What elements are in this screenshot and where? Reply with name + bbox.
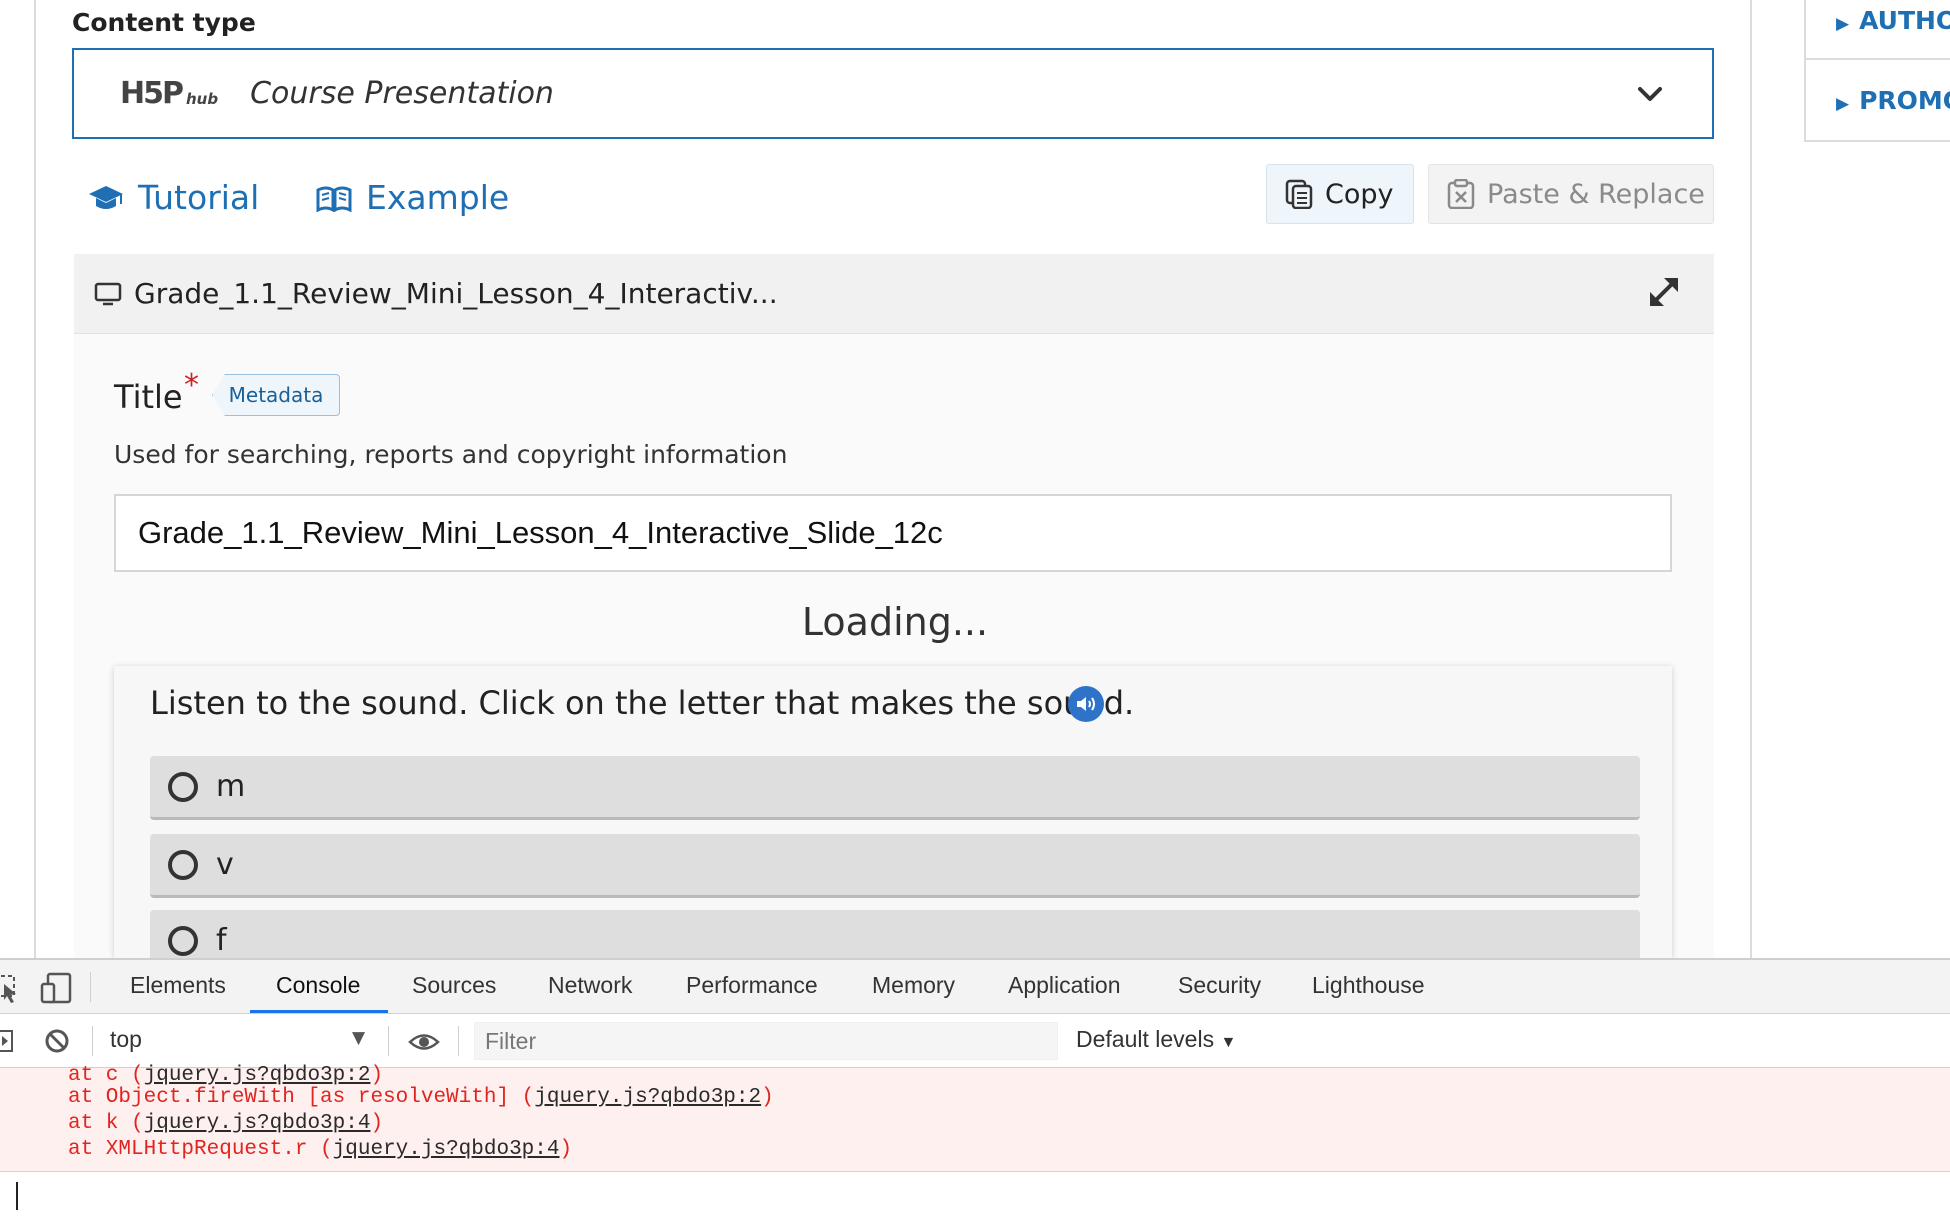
radio-circle-icon <box>168 849 198 880</box>
editor-header-bar: Grade_1.1_Review_Mini_Lesson_4_Interacti… <box>74 254 1714 334</box>
example-label: Example <box>366 178 510 217</box>
radio-circle-icon <box>168 925 198 956</box>
open-book-icon <box>316 186 352 212</box>
answer-option[interactable]: v <box>150 834 1640 898</box>
content-type-name: Course Presentation <box>250 76 554 111</box>
content-type-label: Content type <box>72 8 256 37</box>
title-input[interactable]: Grade_1.1_Review_Mini_Lesson_4_Interacti… <box>114 494 1672 572</box>
metadata-button[interactable]: Metadata <box>212 374 340 416</box>
graduation-cap-icon <box>89 185 123 209</box>
speaker-icon <box>1077 697 1095 711</box>
toolbar-separator <box>92 1026 93 1056</box>
stack-prefix: at k ( <box>68 1112 144 1135</box>
expand-icon[interactable] <box>1644 272 1684 312</box>
h5p-editor-screen: Content type H5P hub Course Presentation… <box>0 0 1950 1230</box>
clear-console-icon[interactable] <box>44 1028 70 1054</box>
question-text: Listen to the sound. Click on the letter… <box>150 684 1135 722</box>
device-toolbar-icon[interactable] <box>40 972 74 1004</box>
filter-input[interactable] <box>485 1027 1057 1055</box>
toolbar-separator <box>90 972 91 1002</box>
page-right-border <box>1750 0 1752 958</box>
required-mark: * <box>184 368 199 403</box>
h5p-hub-logo: H5P hub <box>120 76 218 111</box>
sidebar-item-label: PROMO <box>1859 86 1950 115</box>
paste-replace-label: Paste & Replace <box>1487 178 1705 210</box>
source-link[interactable]: jquery.js?qbdo3p:4 <box>144 1112 371 1135</box>
radio-circle-icon <box>168 771 198 802</box>
eye-icon[interactable] <box>408 1031 440 1053</box>
console-toolbar: top ▼ Default levels ▼ <box>0 1014 1950 1068</box>
example-link[interactable]: Example <box>316 178 509 217</box>
sidebar-item-label: AUTHO <box>1859 6 1950 35</box>
stack-trace-line: at Object.fireWith [as resolveWith] (jqu… <box>68 1086 774 1109</box>
tab-sources[interactable]: Sources <box>412 972 496 999</box>
log-levels-label: Default levels <box>1076 1026 1215 1052</box>
loading-text: Loading... <box>801 600 989 644</box>
answer-label: v <box>216 847 234 882</box>
devtools-panel: Elements Console Sources Network Perform… <box>0 958 1950 1230</box>
toolbar-separator <box>388 1026 389 1056</box>
console-error-message: at c (jquery.js?qbdo3p:2) at Object.fire… <box>0 1064 1950 1172</box>
toolbar-separator <box>458 1026 459 1056</box>
active-tab-indicator <box>250 1010 388 1013</box>
answer-option[interactable]: m <box>150 756 1640 820</box>
stack-prefix: at Object.fireWith [as resolveWith] ( <box>68 1086 535 1109</box>
inspect-element-icon[interactable] <box>0 974 20 1004</box>
devtools-tab-bar: Elements Console Sources Network Perform… <box>0 960 1950 1014</box>
triangle-down-icon[interactable]: ▼ <box>352 1028 365 1048</box>
console-prompt-cursor[interactable] <box>16 1182 18 1210</box>
stack-suffix: ) <box>370 1064 384 1087</box>
log-levels-dropdown[interactable]: Default levels ▼ <box>1076 1026 1236 1053</box>
title-description: Used for searching, reports and copyrigh… <box>114 440 788 469</box>
tab-lighthouse[interactable]: Lighthouse <box>1312 972 1425 999</box>
filter-field[interactable] <box>474 1022 1058 1060</box>
stack-suffix: ) <box>761 1086 774 1109</box>
tab-performance[interactable]: Performance <box>686 972 818 999</box>
copy-label: Copy <box>1325 178 1394 210</box>
source-link[interactable]: jquery.js?qbdo3p:4 <box>333 1138 560 1161</box>
tutorial-label: Tutorial <box>138 178 260 217</box>
answer-label: m <box>216 769 246 804</box>
paste-replace-button[interactable]: Paste & Replace <box>1428 164 1714 224</box>
sidebar-item-promotion[interactable]: ▶ PROMO <box>1836 86 1950 115</box>
clipboard-replace-icon <box>1447 179 1475 209</box>
sidebar-item-authoring[interactable]: ▶ AUTHO <box>1836 6 1950 35</box>
stack-prefix: at c ( <box>68 1064 144 1087</box>
stack-suffix: ) <box>370 1112 384 1135</box>
stack-trace-line: at c (jquery.js?qbdo3p:2) <box>68 1064 383 1087</box>
triangle-right-icon: ▶ <box>1836 14 1850 34</box>
editor-header-title: Grade_1.1_Review_Mini_Lesson_4_Interacti… <box>134 277 778 310</box>
tab-console[interactable]: Console <box>276 972 360 999</box>
source-link[interactable]: jquery.js?qbdo3p:2 <box>144 1064 371 1087</box>
h5p-logo-sub: hub <box>185 90 219 108</box>
stack-prefix: at XMLHttpRequest.r ( <box>68 1138 333 1161</box>
source-link[interactable]: jquery.js?qbdo3p:2 <box>534 1086 761 1109</box>
stack-trace-line: at k (jquery.js?qbdo3p:4) <box>68 1112 383 1135</box>
tab-memory[interactable]: Memory <box>872 972 955 999</box>
content-type-select[interactable]: H5P hub Course Presentation <box>72 48 1714 139</box>
tab-network[interactable]: Network <box>548 972 632 999</box>
triangle-down-icon: ▼ <box>1220 1034 1237 1051</box>
stack-trace-line: at XMLHttpRequest.r (jquery.js?qbdo3p:4) <box>68 1138 572 1161</box>
h5p-logo-text: H5P <box>120 76 184 111</box>
copy-icon <box>1285 179 1313 209</box>
triangle-right-icon: ▶ <box>1836 94 1850 114</box>
title-label: Title <box>114 378 183 416</box>
audio-play-button[interactable] <box>1068 686 1104 722</box>
tutorial-link[interactable]: Tutorial <box>88 178 259 217</box>
tab-application[interactable]: Application <box>1008 972 1121 999</box>
chevron-down-icon[interactable] <box>1636 80 1664 108</box>
sidebar-divider <box>1806 58 1950 60</box>
copy-button[interactable]: Copy <box>1266 164 1414 224</box>
answer-label: f <box>216 923 227 958</box>
monitor-icon <box>94 282 122 305</box>
sidebar-toggle-icon[interactable] <box>0 1030 14 1052</box>
stack-suffix: ) <box>559 1138 573 1161</box>
tab-security[interactable]: Security <box>1178 972 1261 999</box>
tab-elements[interactable]: Elements <box>130 972 226 999</box>
context-selector[interactable]: top <box>110 1026 142 1053</box>
page-left-border <box>34 0 36 958</box>
